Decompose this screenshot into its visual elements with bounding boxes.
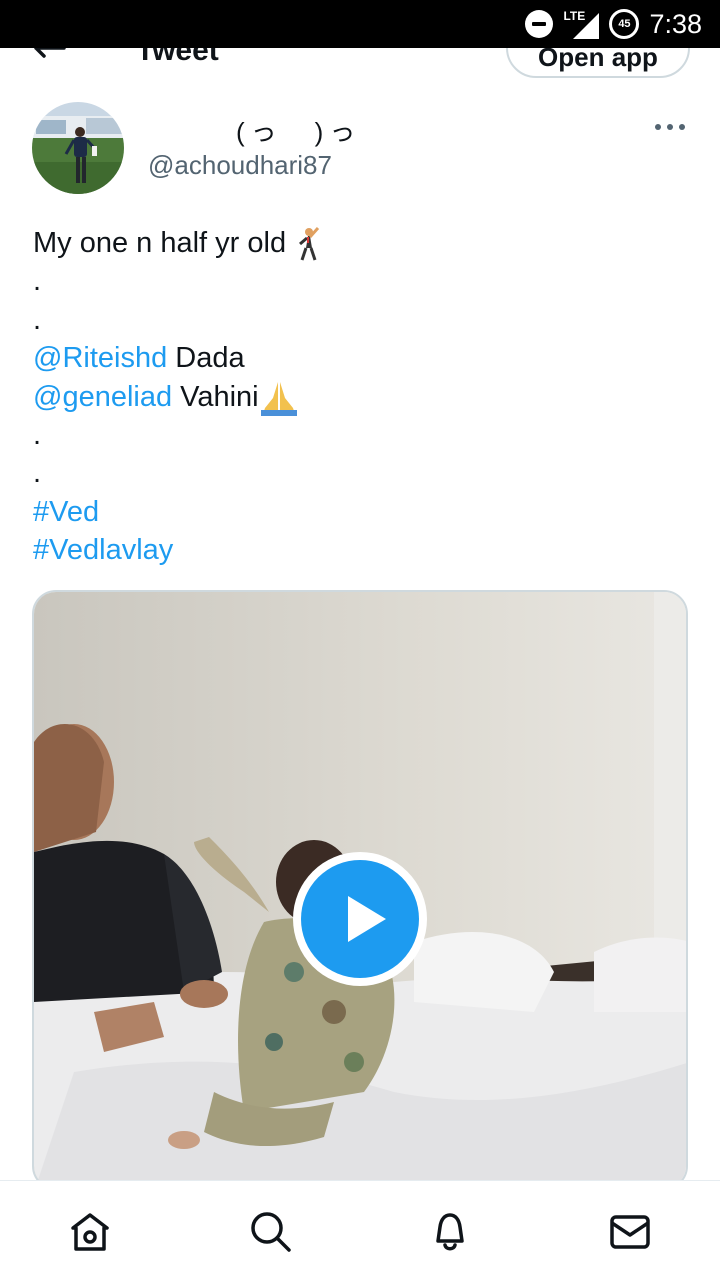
page-title: Tweet bbox=[136, 48, 219, 67]
mention-link[interactable]: @geneliad bbox=[33, 381, 172, 413]
tweet-line: #Ved bbox=[33, 493, 322, 531]
dancing-man-emoji-icon bbox=[299, 227, 320, 261]
signal-icon: LTE bbox=[563, 9, 600, 39]
tweet-text-segment: . bbox=[33, 265, 42, 298]
back-arrow-icon[interactable] bbox=[34, 48, 68, 66]
tweet-line: @Riteishd Dada bbox=[33, 339, 322, 377]
status-icons: LTE 45 7:38 bbox=[525, 6, 702, 42]
status-bar: LTE 45 7:38 bbox=[0, 0, 720, 48]
do-not-disturb-icon bbox=[525, 10, 554, 38]
author-handle[interactable]: @achoudhari87 bbox=[148, 150, 332, 181]
tweet-line: . bbox=[33, 301, 322, 339]
battery-level: 45 bbox=[618, 18, 631, 30]
tweet-line: @geneliad Vahini bbox=[33, 378, 322, 416]
avatar[interactable] bbox=[32, 102, 124, 194]
folded-hands-emoji-icon bbox=[260, 381, 297, 416]
tweet-line: #Vedlavlay bbox=[33, 531, 322, 569]
messages-icon[interactable] bbox=[608, 1209, 652, 1253]
clock: 7:38 bbox=[649, 8, 702, 39]
more-options-icon[interactable] bbox=[652, 120, 688, 134]
tweet-line: . bbox=[33, 416, 322, 454]
notifications-icon[interactable] bbox=[428, 1209, 472, 1253]
bottom-navigation bbox=[0, 1180, 720, 1280]
play-button[interactable] bbox=[293, 852, 427, 986]
tweet-line: My one n half yr old bbox=[33, 224, 322, 262]
home-icon[interactable] bbox=[68, 1209, 112, 1253]
author-display-name[interactable]: (っ )っ bbox=[236, 112, 361, 149]
tweet-text: My one n half yr old . . @Riteishd Dada … bbox=[33, 224, 322, 570]
tweet-text-segment: . bbox=[33, 303, 42, 336]
tweet-line: . bbox=[33, 262, 322, 300]
tweet-text-segment: My one n half yr old bbox=[33, 227, 295, 259]
top-header: Tweet Open app bbox=[0, 48, 720, 88]
search-icon[interactable] bbox=[248, 1209, 292, 1253]
open-app-button[interactable]: Open app bbox=[506, 48, 690, 78]
hashtag-link[interactable]: #Ved bbox=[33, 496, 99, 528]
tweet-text-segment: Dada bbox=[167, 342, 245, 375]
hashtag-link[interactable]: #Vedlavlay bbox=[33, 534, 173, 566]
tweet-text-segment: Vahini bbox=[172, 380, 259, 413]
play-icon bbox=[301, 860, 419, 978]
tweet-line: . bbox=[33, 454, 322, 492]
tweet-text-segment: . bbox=[33, 457, 42, 490]
battery-icon: 45 bbox=[609, 9, 640, 39]
tweet-text-segment: . bbox=[33, 418, 42, 451]
mention-link[interactable]: @Riteishd bbox=[33, 342, 167, 374]
